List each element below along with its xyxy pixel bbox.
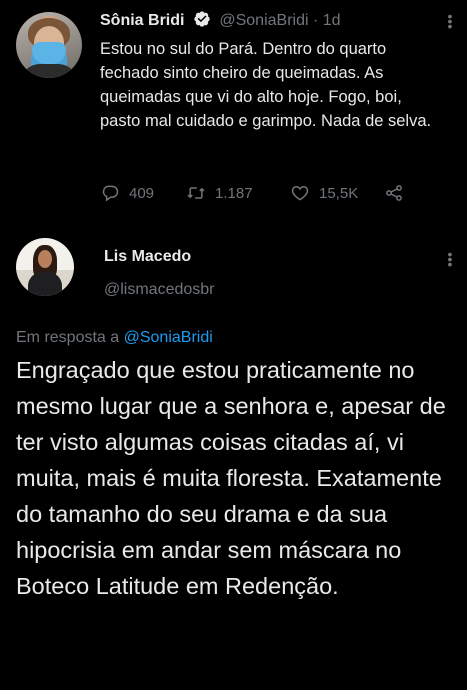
author-name[interactable]: Sônia Bridi xyxy=(100,12,184,29)
reply-icon xyxy=(102,185,119,202)
share-button[interactable] xyxy=(384,183,404,203)
retweet-button[interactable]: 1.187 xyxy=(186,183,253,203)
avatar-sonia[interactable] xyxy=(16,12,82,78)
separator-dot: · xyxy=(312,12,319,29)
tweet-reply: Lis Macedo @lismacedosbr • • • Em resposta… xyxy=(0,222,467,690)
like-icon xyxy=(291,185,309,201)
more-icon[interactable]: • • • xyxy=(447,9,453,33)
reply-context: Em resposta a @SoniaBridi xyxy=(16,329,213,347)
reply-handle-link[interactable]: @SoniaBridi xyxy=(124,329,213,346)
retweet-count: 1.187 xyxy=(215,184,253,202)
like-button[interactable]: 15,5K xyxy=(290,183,358,203)
tweet-text: Engraçado que estou praticamente no mesm… xyxy=(16,357,446,599)
share-icon xyxy=(386,185,402,201)
author-name[interactable]: Lis Macedo xyxy=(104,248,191,266)
reply-count: 409 xyxy=(129,184,155,202)
author-handle[interactable]: @SoniaBridi xyxy=(219,12,308,29)
more-icon[interactable]: • • • xyxy=(447,247,453,271)
like-count: 15,5K xyxy=(319,184,359,202)
tweet-text: Estou no sul do Pará. Dentro do quarto f… xyxy=(100,40,432,130)
avatar-lis[interactable] xyxy=(16,238,74,296)
tweet-original: Sônia Bridi @SoniaBridi · 1d • • • Estou n… xyxy=(0,0,467,222)
tweet-header: Sônia Bridi @SoniaBridi · 1d xyxy=(100,10,341,33)
tweet-actions: 409 1.187 15,5K xyxy=(100,183,420,207)
reply-button[interactable]: 409 xyxy=(100,183,154,203)
verified-badge-icon xyxy=(193,10,211,33)
retweet-icon xyxy=(187,187,205,199)
tweet-time[interactable]: 1d xyxy=(323,12,341,29)
reply-prefix: Em resposta a xyxy=(16,329,120,346)
author-handle[interactable]: @lismacedosbr xyxy=(104,281,215,299)
